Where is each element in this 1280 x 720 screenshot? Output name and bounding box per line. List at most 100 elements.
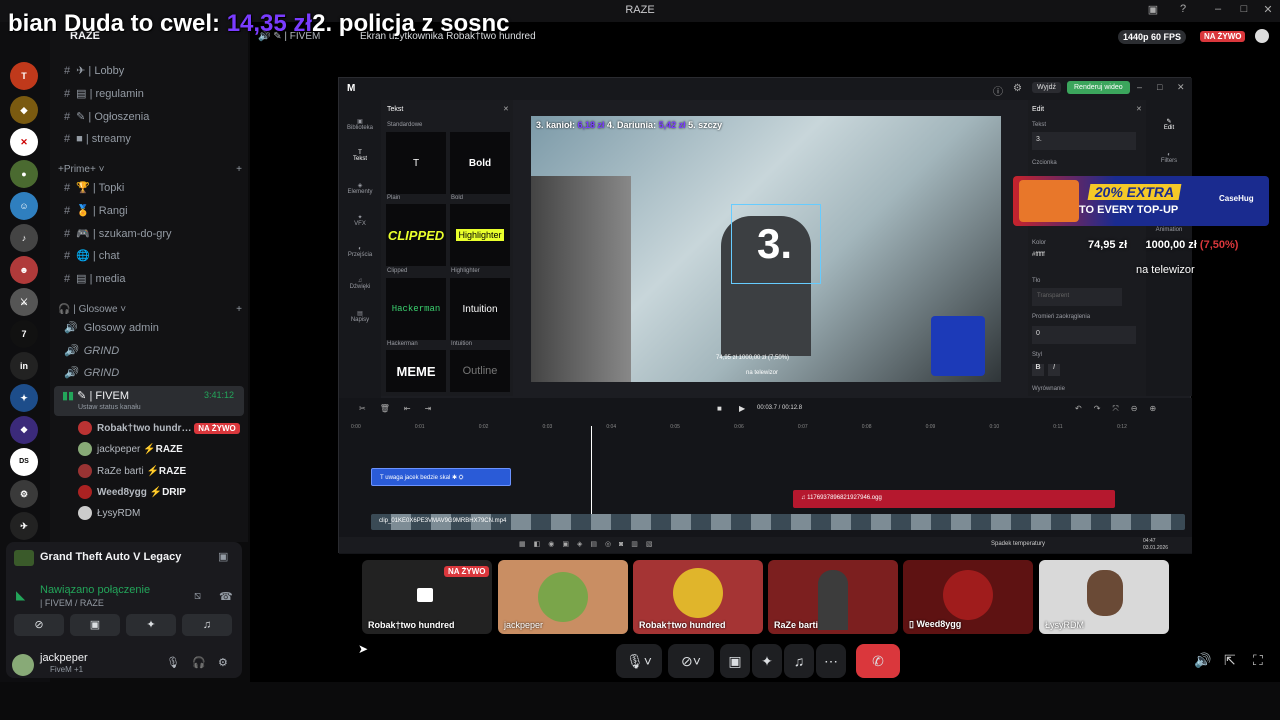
channel-item[interactable]: # ▤ | regulamin bbox=[56, 83, 242, 105]
settings-icon[interactable]: ⚙ bbox=[218, 656, 228, 669]
server-icon[interactable]: ❖ bbox=[10, 416, 38, 444]
panel-close-icon[interactable]: ✕ bbox=[503, 105, 509, 113]
text-preset[interactable]: T bbox=[386, 132, 446, 194]
server-icon[interactable]: 7 bbox=[10, 320, 38, 348]
participant-tile[interactable]: NA ŻYWO Robak†two hundred bbox=[362, 560, 492, 634]
participant-tile[interactable]: jackpeper bbox=[498, 560, 628, 634]
activity-icon[interactable]: ▣ bbox=[218, 550, 228, 563]
video-clip[interactable]: clip_01KE0X6PE3VMAV9G9MRBHX79CN.mp4 bbox=[371, 514, 1185, 530]
noise-suppression-icon[interactable]: ⧅ bbox=[194, 590, 201, 603]
text-preset[interactable]: CLIPPED bbox=[386, 204, 446, 266]
bg-input[interactable]: Transparent bbox=[1032, 288, 1122, 306]
channel-item[interactable]: # 🏅 | Rangi bbox=[56, 200, 242, 222]
text-clip[interactable]: T uwaga jacek bedzie skal ✱ ⛭ bbox=[371, 468, 511, 486]
tool-vfx[interactable]: ✦ VFX bbox=[339, 214, 381, 227]
chat-icon[interactable] bbox=[1255, 29, 1269, 43]
participant-tile[interactable]: ▯ Weed8ygg bbox=[903, 560, 1033, 634]
preview-big-text[interactable]: 3. bbox=[757, 220, 792, 268]
server-icon[interactable]: ♪ bbox=[10, 224, 38, 252]
channel-item[interactable]: # ■ | streamy bbox=[56, 128, 242, 150]
disconnect-icon[interactable]: ☎ bbox=[219, 590, 233, 603]
volume-icon[interactable]: 🔊 bbox=[1194, 652, 1211, 669]
text-preset[interactable]: Outline bbox=[450, 350, 510, 392]
props-close-icon[interactable]: ✕ bbox=[1136, 105, 1142, 113]
voice-user[interactable]: Weed8ygg ⚡DRIP bbox=[78, 483, 238, 503]
tool-text[interactable]: T Tekst bbox=[339, 150, 381, 162]
help-icon[interactable]: ? bbox=[1173, 3, 1193, 19]
participant-tile[interactable]: ˅ RaZe barti bbox=[768, 560, 898, 634]
exit-button[interactable]: Wyjdź bbox=[1032, 82, 1061, 93]
side-tab-filters[interactable]: ◐ Filters bbox=[1146, 152, 1192, 164]
bold-button[interactable]: B bbox=[1032, 364, 1044, 376]
camera-button[interactable]: ⊘˅ bbox=[668, 644, 714, 678]
server-icon[interactable]: T bbox=[10, 62, 38, 90]
server-icon[interactable]: ● bbox=[10, 160, 38, 188]
activities-button[interactable]: ✦ bbox=[752, 644, 782, 678]
soundboard-button[interactable]: ♫ bbox=[182, 614, 232, 636]
text-input[interactable]: 3. bbox=[1032, 132, 1136, 150]
leave-call-button[interactable]: ✆ bbox=[856, 644, 900, 678]
zoom-tools[interactable]: ↶↷⤧⊖⊕ bbox=[1075, 404, 1168, 414]
voice-channel[interactable]: 🔊 Glosowy admin bbox=[56, 317, 242, 339]
gear-icon[interactable]: ⚙ bbox=[1013, 83, 1022, 94]
fullscreen-icon[interactable]: ⛶ bbox=[1253, 652, 1263, 669]
text-preset[interactable]: Hackerman bbox=[386, 278, 446, 340]
soundboard-button[interactable]: ♫ bbox=[784, 644, 814, 678]
connection-status[interactable]: Nawiązano połączenie bbox=[40, 584, 150, 596]
close-button[interactable]: ✕ bbox=[1258, 3, 1278, 19]
audio-clip[interactable]: ♫ 1176937896821927946.ogg bbox=[793, 490, 1115, 508]
voice-user[interactable]: jackpeper ⚡RAZE bbox=[78, 440, 238, 460]
channel-status[interactable]: Ustaw status kanału bbox=[78, 404, 141, 411]
screenshare-button[interactable]: ▣ bbox=[70, 614, 120, 636]
activities-button[interactable]: ✦ bbox=[126, 614, 176, 636]
category-prime[interactable]: +Prime+ ˅ + bbox=[56, 162, 242, 178]
avatar[interactable] bbox=[12, 654, 34, 676]
server-icon[interactable]: ✦ bbox=[10, 384, 38, 412]
voice-user[interactable]: Robak†two hundr… NA ŻYWO bbox=[78, 419, 240, 439]
headphones-icon[interactable]: 🎧 bbox=[192, 656, 206, 669]
channel-item[interactable]: # 🏆 | Topki bbox=[56, 177, 242, 199]
tool-transitions[interactable]: ◐ Przejścia bbox=[339, 246, 381, 258]
voice-channel[interactable]: 🔊 GRIND bbox=[56, 362, 242, 384]
radius-input[interactable]: 0 bbox=[1032, 326, 1136, 344]
channel-item[interactable]: # ▤ | media bbox=[56, 268, 242, 290]
channel-item[interactable]: # 🌐 | chat bbox=[56, 245, 242, 267]
text-preset[interactable]: Bold bbox=[450, 132, 510, 194]
screenshare-button[interactable]: ▣ bbox=[720, 644, 750, 678]
text-preset[interactable]: MEME bbox=[386, 350, 446, 392]
server-icon[interactable]: ✈ bbox=[10, 512, 38, 540]
voice-channel[interactable]: 🔊 GRIND bbox=[56, 340, 242, 362]
server-icon[interactable]: ⚔ bbox=[10, 288, 38, 316]
participant-tile[interactable]: ŁysyRDM bbox=[1039, 560, 1169, 634]
server-icon[interactable]: DS bbox=[10, 448, 38, 476]
video-preview[interactable]: 3. kanioł: 6,18 zł 4. Dariunia: 5,42 zł … bbox=[531, 116, 1001, 382]
server-icon[interactable]: ◆ bbox=[10, 96, 38, 124]
maximize-icon[interactable]: □ bbox=[1157, 82, 1162, 92]
tool-sounds[interactable]: ♫ Dźwięki bbox=[339, 278, 381, 290]
connection-channel[interactable]: | FIVEM / RAZE bbox=[40, 598, 104, 608]
tool-library[interactable]: ▣ Biblioteka bbox=[339, 118, 381, 131]
tool-captions[interactable]: ▤ Napisy bbox=[339, 310, 381, 323]
server-icon[interactable]: ⚙ bbox=[10, 480, 38, 508]
taskbar-apps[interactable]: ▦◧◉▣◈▤◎◙▥▧ bbox=[519, 540, 661, 548]
timeline-tools[interactable]: ✂🗑⇤⇥ bbox=[359, 404, 445, 413]
mic-icon[interactable]: 🎙 bbox=[166, 656, 180, 669]
color-input[interactable]: #ffffff bbox=[1032, 252, 1045, 258]
mic-button[interactable]: 🎙˅ bbox=[616, 644, 662, 678]
info-icon[interactable]: ⓘ bbox=[993, 83, 1003, 98]
participant-tile[interactable]: Robak†two hundred bbox=[633, 560, 763, 634]
tool-elements[interactable]: ◈ Elementy bbox=[339, 182, 381, 195]
play-button[interactable]: ▶ bbox=[739, 404, 745, 413]
minimize-button[interactable]: – bbox=[1208, 3, 1228, 19]
inbox-icon[interactable]: ▣ bbox=[1143, 3, 1163, 19]
italic-button[interactable]: I bbox=[1048, 364, 1060, 376]
server-icon[interactable]: ✕ bbox=[10, 128, 38, 156]
channel-item[interactable]: # ✈ | Lobby bbox=[56, 60, 242, 82]
close-icon[interactable]: ✕ bbox=[1177, 82, 1185, 93]
stop-button[interactable]: ■ bbox=[717, 404, 722, 413]
active-voice-channel[interactable]: ▮▮ ✎ | FIVEM 3:41:12 Ustaw status kanału bbox=[54, 386, 244, 416]
side-tab-edit[interactable]: ✎ Edit bbox=[1146, 118, 1192, 131]
voice-user[interactable]: RaZe barti ⚡RAZE bbox=[78, 462, 238, 482]
server-icon[interactable]: in bbox=[10, 352, 38, 380]
category-voice[interactable]: 🎧 | Glosowe ˅ + bbox=[56, 302, 242, 318]
